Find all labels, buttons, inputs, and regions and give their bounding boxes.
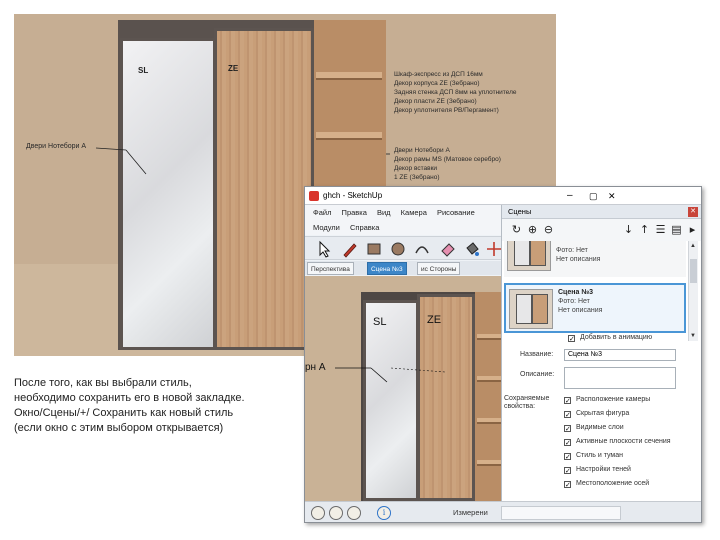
render-note: Декор рамы MS (Матовое серебро) [394,156,501,163]
property-checkbox[interactable]: ✓ [564,439,571,447]
title-bar: ghch - SketchUp – ▢ ✕ [305,187,701,205]
tab-perspective[interactable]: Перспектива [307,262,354,275]
status-measurements: Измерени [453,508,488,517]
menu-file[interactable]: Файл [313,208,331,217]
menu-bar-row2: Модули Справка [305,220,505,235]
property-checkbox[interactable]: ✓ [564,481,571,489]
property-checkbox[interactable]: ✓ [564,467,571,475]
sketchup-logo-icon [309,191,319,201]
menu-edit[interactable]: Правка [342,208,367,217]
include-in-animation-checkbox[interactable]: ✓ [568,335,575,343]
tab-side[interactable]: ис Стороны [417,262,461,275]
scene-photo-text: Фото: Нет [556,247,588,254]
geo-location-icon[interactable] [311,506,325,520]
menu-help[interactable]: Справка [350,223,379,232]
credits-icon[interactable] [329,506,343,520]
render-note: 1 ZE (Зебрано) [394,174,440,181]
remove-scene-icon[interactable]: ⊖ [542,223,555,236]
help-icon[interactable]: i [377,506,391,520]
properties-label-line2: свойства: [504,403,536,410]
scene-desc-text: Нет описания [558,307,603,314]
property-label: Стиль и туман [576,452,623,459]
scene-item[interactable]: Фото: Нет Нет описания [504,241,686,277]
scene-desc-text: Нет описания [556,256,601,263]
rectangle-tool-icon[interactable] [365,240,383,258]
scene-thumbnail [509,289,553,329]
property-label: Расположение камеры [576,396,651,403]
add-scene-icon[interactable]: ⊕ [526,223,539,236]
scene-name-input[interactable]: Сцена №3 [564,349,676,361]
tray-menu-icon[interactable]: ▸ [686,223,699,236]
property-checkbox[interactable]: ✓ [564,397,571,405]
render-note: Декор вставки [394,165,438,172]
render-note: Двери Нотебори А [394,147,450,154]
maximize-button[interactable]: ▢ [589,187,598,205]
render-notes-bottom: Двери Нотебори А Декор рамы MS (Матовое … [394,146,501,182]
close-button[interactable]: ✕ [608,187,616,205]
menu-bar: Файл Правка Вид Камера Рисование [305,205,505,220]
scene-description-input[interactable] [564,367,676,389]
sketchup-window: ghch - SketchUp – ▢ ✕ Файл Правка Вид Ка… [304,186,702,523]
tab-scene-3[interactable]: Сцена №3 [367,262,407,275]
minimize-button[interactable]: – [567,187,573,205]
render-note: Задняя стенка ДСП 8мм на уплотнителе [394,89,517,96]
arc-tool-icon[interactable] [413,240,431,258]
caption-line: Окно/Сцены/+/ Сохранить как новый стиль [14,407,234,419]
property-checkbox[interactable]: ✓ [564,453,571,461]
view-options-icon[interactable]: ☰ [654,223,667,236]
property-label: Настройки теней [576,466,631,473]
render-note: Декор пласти ZE (Зебрано) [394,98,477,105]
scenes-tray: Сцены ✕ ↻ ⊕ ⊖ ↓ ↑ ☰ ▤ ▸ Фото: Нет Нет оп… [501,205,701,501]
scenes-scrollbar[interactable]: ▲ ▼ [688,241,698,341]
tray-title-text: Сцены [508,207,532,216]
menu-extensions[interactable]: Модули [313,223,340,232]
move-scene-up-icon[interactable]: ↑ [638,223,651,236]
include-in-animation-label: Добавить в анимацию [580,334,653,341]
select-tool-icon[interactable] [315,240,333,258]
eraser-tool-icon[interactable] [439,240,457,258]
main-toolbar [305,236,505,260]
user-icon[interactable] [347,506,361,520]
property-label: Скрытая фигура [576,410,630,417]
caption-line: После того, как вы выбрали стиль, [14,377,192,389]
window-title: ghch - SketchUp [323,191,383,200]
pencil-tool-icon[interactable] [341,240,359,258]
properties-label-line1: Сохраняемые [504,395,550,402]
property-checkbox[interactable]: ✓ [564,425,571,433]
scene-photo-text: Фото: Нет [558,298,590,305]
menu-draw[interactable]: Рисование [437,208,475,217]
property-label: Видимые слои [576,424,624,431]
status-bar: i Измерени [305,501,701,522]
update-scene-icon[interactable]: ↻ [510,223,523,236]
scene-description-label: Описание: [520,371,555,378]
caption-line: (если окно с этим выбором открывается) [14,422,224,434]
render-note: Шкаф-экспресс из ДСП 16мм [394,71,483,78]
viewport-annotation-arrow [335,367,446,383]
move-scene-down-icon[interactable]: ↓ [622,223,635,236]
scene-thumbnail [507,241,551,271]
render-notes-top: Шкаф-экспресс из ДСП 16мм Декор корпуса … [394,70,517,115]
property-checkbox[interactable]: ✓ [564,411,571,419]
scene-item-selected[interactable]: Сцена №3 Фото: Нет Нет описания [504,283,686,333]
render-note: Декор корпуса ZE (Зебрано) [394,80,480,87]
show-details-icon[interactable]: ▤ [670,223,683,236]
model-viewport[interactable]: SL ZE рн А [305,276,503,501]
menu-view[interactable]: Вид [377,208,391,217]
scene-tabs: Перспектива Сцена №3 ис Стороны [305,261,505,275]
scene-name: Сцена №3 [558,289,594,296]
slide-caption: После того, как вы выбрали стиль, необхо… [14,376,314,436]
tray-toolbar: ↻ ⊕ ⊖ ↓ ↑ ☰ ▤ ▸ [502,219,701,241]
measurements-field[interactable] [501,506,621,520]
property-label: Активные плоскости сечения [576,438,671,445]
caption-line: необходимо сохранить его в новой закладк… [14,392,245,404]
tray-title: Сцены ✕ [502,205,701,219]
render-note: Декор уплотнителя PB/Пергамент) [394,107,499,114]
properties-label: Сохраняемые свойства: [504,395,549,411]
tray-close-icon[interactable]: ✕ [688,207,698,217]
scene-name-label: Название: [520,351,554,358]
property-label: Местоположение осей [576,480,650,487]
circle-tool-icon[interactable] [389,240,407,258]
paint-bucket-icon[interactable] [463,240,481,258]
menu-camera[interactable]: Камера [401,208,427,217]
